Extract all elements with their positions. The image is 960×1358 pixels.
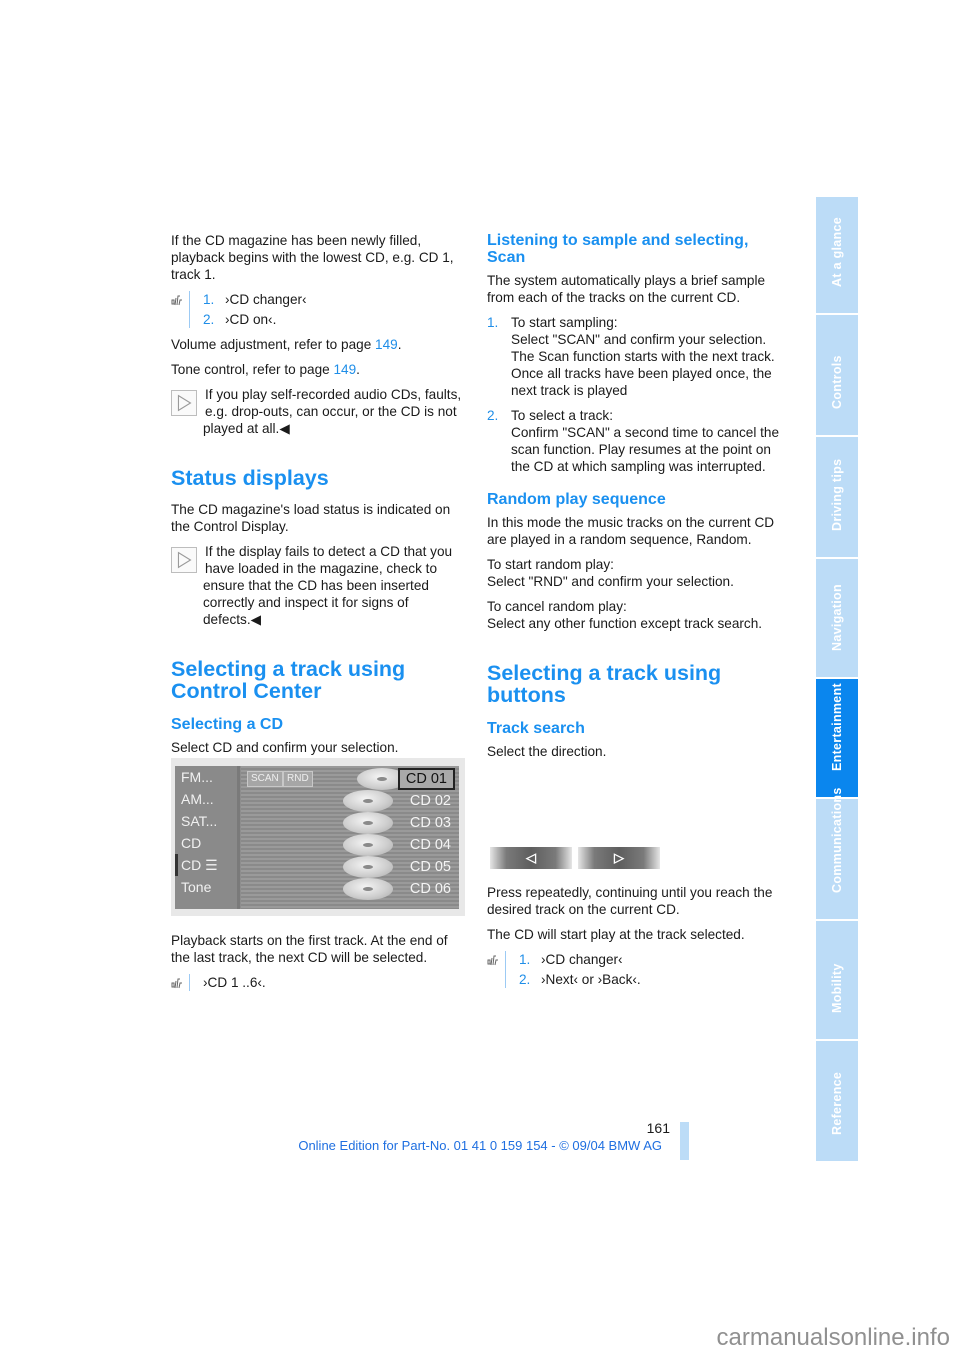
- back-track-button[interactable]: ◁: [490, 847, 572, 869]
- voice-command-icon: [171, 295, 182, 306]
- cd-disc-icon: [343, 834, 393, 856]
- menu-item-sat[interactable]: SAT...: [175, 810, 237, 832]
- menu-item-tone[interactable]: Tone: [175, 876, 237, 898]
- select-cd-text: Select CD and confirm your selection.: [171, 740, 399, 755]
- voice-command-icon: [171, 978, 182, 989]
- tab-mobility[interactable]: Mobility: [816, 921, 858, 1041]
- note-block: If you play self-recorded audio CDs, fau…: [171, 386, 466, 437]
- press-text: Press repeatedly, continuing until you r…: [487, 885, 773, 917]
- menu-item-fm[interactable]: FM...: [175, 766, 237, 788]
- track-search-text: Select the direction.: [487, 744, 607, 759]
- cd-disc-icon: [343, 812, 393, 834]
- voice-step: 2. ›Next‹ or ›Back‹.: [519, 972, 641, 987]
- left-column-bottom: Playback starts on the first track. At t…: [171, 932, 466, 991]
- voice-divider: [189, 974, 190, 991]
- voice-divider: [189, 291, 190, 328]
- right-column: Listening to sample and selecting, Scan …: [487, 232, 787, 768]
- scan-step: 1. To start sampling: Select "SCAN" and …: [487, 315, 775, 398]
- status-heading: Status displays: [171, 466, 329, 490]
- note-icon: [171, 390, 197, 416]
- chapter-tabs: At a glance Controls Driving tips Naviga…: [816, 197, 858, 1161]
- voice-step: 1. ›CD changer‹: [519, 952, 623, 967]
- menu-item-cd-active[interactable]: CD ☰: [175, 854, 237, 876]
- note-icon: [171, 547, 197, 573]
- page-marker: [680, 1122, 689, 1160]
- page-number: 161: [646, 1120, 670, 1136]
- scan-button[interactable]: SCAN: [247, 771, 283, 787]
- page-link-tone[interactable]: 149: [333, 362, 356, 377]
- intro-text: If the CD magazine has been newly filled…: [171, 233, 454, 282]
- cd-slot-1[interactable]: CD 01: [397, 768, 455, 790]
- tab-communications[interactable]: Communications: [816, 787, 858, 921]
- cd-slot-4[interactable]: CD 04: [410, 834, 451, 856]
- scan-step: 2. To select a track: Confirm "SCAN" a s…: [487, 408, 780, 474]
- tab-controls[interactable]: Controls: [816, 315, 858, 437]
- voice-step: 2. ›CD on‹.: [203, 312, 277, 327]
- voice-command-block: 1. ›CD changer‹ 2. ›CD on‹.: [171, 291, 466, 328]
- edition-footer: Online Edition for Part-No. 01 41 0 159 …: [298, 1138, 662, 1153]
- control-display-screenshot: FM... AM... SAT... CD CD ☰ Tone SCAN RND…: [171, 758, 465, 916]
- voice-command-block: 1. ›CD changer‹ 2. ›Next‹ or ›Back‹.: [487, 951, 787, 988]
- buttons-heading: Selecting a track using buttons: [487, 661, 722, 707]
- tab-driving-tips[interactable]: Driving tips: [816, 437, 858, 559]
- random-text: In this mode the music tracks on the cur…: [487, 515, 775, 547]
- scan-text: The system automatically plays a brief s…: [487, 273, 766, 305]
- menu-lines-icon: ☰: [205, 857, 218, 873]
- menu-item-cd[interactable]: CD: [175, 832, 237, 854]
- scan-steps: 1. To start sampling: Select "SCAN" and …: [487, 314, 787, 475]
- cd-slot-5[interactable]: CD 05: [410, 856, 451, 878]
- track-search-heading: Track search: [487, 720, 585, 737]
- cd-menu: FM... AM... SAT... CD CD ☰ Tone: [175, 766, 240, 909]
- random-heading: Random play sequence: [487, 491, 666, 508]
- page-link-volume[interactable]: 149: [375, 337, 398, 352]
- right-column-bottom: Press repeatedly, continuing until you r…: [487, 884, 787, 988]
- tab-reference[interactable]: Reference: [816, 1041, 858, 1161]
- note-block: If the display fails to detect a CD that…: [171, 543, 466, 628]
- menu-item-am[interactable]: AM...: [175, 788, 237, 810]
- tab-entertainment[interactable]: Entertainment: [816, 679, 858, 799]
- random-cancel: To cancel random play: Select any other f…: [487, 599, 763, 631]
- voice-command-block: ›CD 1 ..6‹.: [171, 974, 466, 991]
- volume-text: Volume adjustment, refer to page 149.: [171, 337, 402, 352]
- tone-text: Tone control, refer to page 149.: [171, 362, 360, 377]
- select-cd-heading: Selecting a CD: [171, 716, 284, 733]
- cd-slot-3[interactable]: CD 03: [410, 812, 451, 834]
- tab-at-a-glance[interactable]: At a glance: [816, 197, 858, 315]
- triangle-left-icon: ◁: [526, 850, 536, 865]
- scan-heading: Listening to sample and selecting, Scan: [487, 232, 749, 266]
- cd-slot-6[interactable]: CD 06: [410, 878, 451, 900]
- tab-navigation[interactable]: Navigation: [816, 559, 858, 679]
- status-text: The CD magazine's load status is indicat…: [171, 502, 451, 534]
- playback-text: Playback starts on the first track. At t…: [171, 933, 448, 965]
- triangle-right-icon: ▷: [614, 850, 624, 865]
- cd-disc-icon: [343, 856, 393, 878]
- rnd-button[interactable]: RND: [283, 771, 313, 787]
- random-start: To start random play: Select "RND" and co…: [487, 557, 734, 589]
- voice-divider: [505, 951, 506, 988]
- next-track-button[interactable]: ▷: [578, 847, 660, 869]
- watermark: carmanualsonline.info: [716, 1324, 950, 1351]
- cd-disc-icon: [343, 790, 393, 812]
- left-column: If the CD magazine has been newly filled…: [171, 232, 466, 764]
- control-center-heading: Selecting a track using Control Center: [171, 657, 406, 703]
- voice-command-icon: [487, 955, 498, 966]
- start-text: The CD will start play at the track sele…: [487, 927, 745, 942]
- cd-slot-2[interactable]: CD 02: [410, 790, 451, 812]
- voice-step: 1. ›CD changer‹: [203, 292, 307, 307]
- cd-disc-icon: [343, 878, 393, 900]
